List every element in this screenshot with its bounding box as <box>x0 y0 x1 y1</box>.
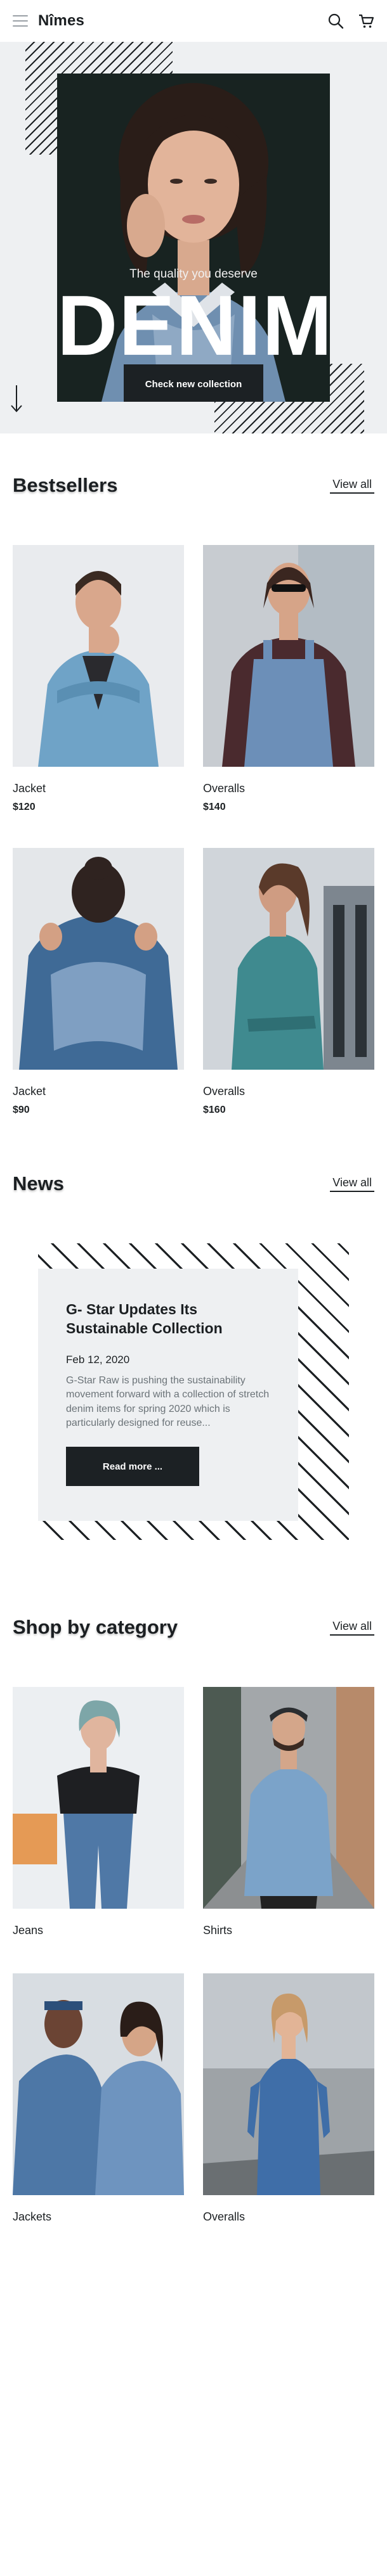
cart-icon[interactable] <box>358 13 374 29</box>
categories-header: Shop by category View all <box>13 1616 374 1639</box>
category-card[interactable]: Jeans <box>13 1687 184 1973</box>
product-card[interactable]: Overalls $160 <box>203 848 374 1151</box>
category-name: Shirts <box>203 1924 233 1937</box>
logo[interactable]: Nîmes <box>38 12 84 30</box>
category-image[interactable] <box>203 1973 374 2195</box>
search-icon[interactable] <box>327 13 344 29</box>
product-name: Jacket <box>13 782 46 795</box>
product-grid: Jacket $120 Overalls $140 Jacket $90 Ove… <box>13 545 374 1151</box>
bestsellers-header: Bestsellers View all <box>13 474 374 497</box>
category-card[interactable]: Jackets <box>13 1973 184 2260</box>
product-price: $120 <box>13 802 36 812</box>
arrow-down-icon[interactable] <box>9 384 24 413</box>
product-image[interactable] <box>13 545 184 767</box>
site-header: Nîmes <box>0 0 387 42</box>
bestsellers-section: Bestsellers View all Jacket $120 Overall… <box>0 474 387 1151</box>
category-name: Jackets <box>13 2210 52 2223</box>
product-name: Overalls <box>203 782 246 795</box>
read-more-button[interactable]: Read more ... <box>66 1447 199 1487</box>
news-card-container: G- Star Updates Its Sustainable Collecti… <box>38 1243 349 1540</box>
news-card: G- Star Updates Its Sustainable Collecti… <box>38 1269 298 1521</box>
news-title[interactable]: G- Star Updates Its Sustainable Collecti… <box>66 1300 270 1338</box>
product-price: $140 <box>203 802 226 812</box>
product-price: $90 <box>13 1105 30 1115</box>
category-name: Overalls <box>203 2210 246 2223</box>
category-image[interactable] <box>203 1687 374 1909</box>
section-title: Shop by category <box>13 1616 178 1638</box>
header-left: Nîmes <box>13 12 84 30</box>
news-section: News View all G- Star Updates Its Sustai… <box>0 1172 387 1540</box>
news-date: Feb 12, 2020 <box>66 1353 130 1366</box>
category-image[interactable] <box>13 1973 184 2195</box>
category-image[interactable] <box>13 1687 184 1909</box>
category-card[interactable]: Shirts <box>203 1687 374 1973</box>
news-excerpt: G-Star Raw is pushing the sustainability… <box>66 1375 270 1428</box>
menu-icon[interactable] <box>13 15 28 27</box>
product-image[interactable] <box>13 848 184 1070</box>
category-name: Jeans <box>13 1924 44 1937</box>
category-card[interactable]: Overalls <box>203 1973 374 2260</box>
hero-card: The quality you deserve DENIM Check new … <box>57 74 330 402</box>
hero-banner: The quality you deserve DENIM Check new … <box>0 42 387 433</box>
category-grid: Jeans Shirts Jackets Overalls <box>13 1687 374 2260</box>
product-card[interactable]: Jacket $120 <box>13 545 184 848</box>
product-name: Overalls <box>203 1085 246 1098</box>
check-collection-button[interactable]: Check new collection <box>124 364 263 402</box>
product-image[interactable] <box>203 545 374 767</box>
product-name: Jacket <box>13 1085 46 1098</box>
section-title: News <box>13 1172 64 1195</box>
product-card[interactable]: Overalls $140 <box>203 545 374 848</box>
view-all-link[interactable]: View all <box>330 478 374 494</box>
news-header: News View all <box>13 1172 374 1195</box>
hero-title: DENIM <box>57 278 330 373</box>
view-all-link[interactable]: View all <box>330 1620 374 1636</box>
product-card[interactable]: Jacket $90 <box>13 848 184 1151</box>
view-all-link[interactable]: View all <box>330 1176 374 1192</box>
section-title: Bestsellers <box>13 474 118 496</box>
header-actions <box>327 13 374 29</box>
product-image[interactable] <box>203 848 374 1070</box>
categories-section: Shop by category View all Jeans Shirts J… <box>0 1616 387 2260</box>
product-price: $160 <box>203 1105 226 1115</box>
